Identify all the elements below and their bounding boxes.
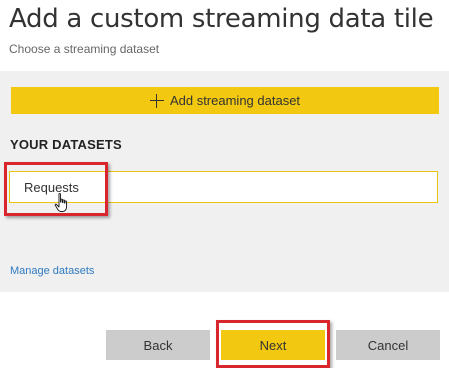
cancel-button[interactable]: Cancel	[336, 330, 440, 360]
manage-datasets-link[interactable]: Manage datasets	[10, 265, 94, 277]
next-button[interactable]: Next	[221, 330, 325, 360]
add-streaming-dataset-label: Add streaming dataset	[169, 93, 301, 108]
your-datasets-heading: YOUR DATASETS	[10, 137, 122, 152]
dataset-item-label: Requests	[24, 180, 79, 195]
hand-cursor-icon	[54, 193, 67, 212]
add-streaming-dataset-button[interactable]: Add streaming dataset	[11, 87, 439, 114]
back-button[interactable]: Back	[106, 330, 210, 360]
dialog-subtitle: Choose a streaming dataset	[9, 42, 160, 56]
plus-icon	[149, 93, 164, 108]
dataset-item-requests[interactable]: Requests	[9, 171, 438, 203]
dialog-title: Add a custom streaming data tile	[9, 4, 434, 34]
